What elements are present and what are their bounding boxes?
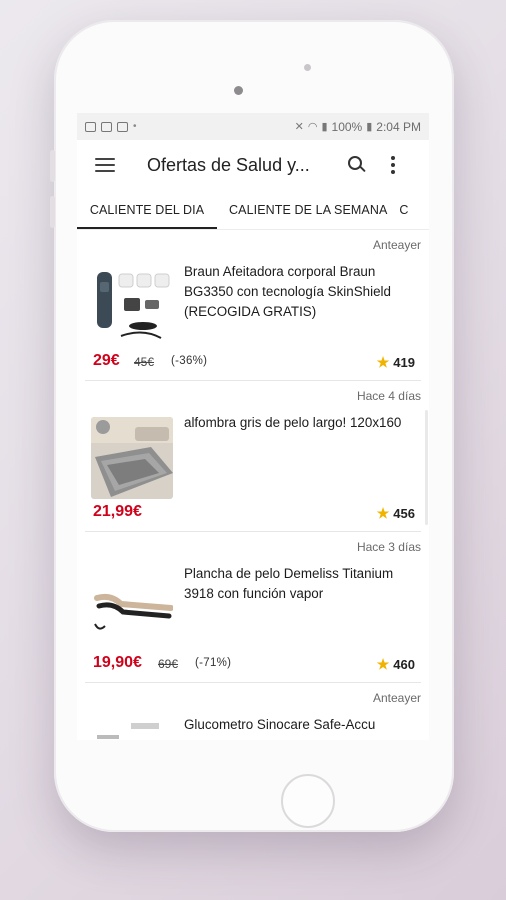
deal-title: alfombra gris de pelo largo! 120x160	[184, 415, 402, 430]
deal-title: Plancha de pelo Demeliss Titanium 3918 c…	[184, 566, 394, 601]
deal-price: 29€	[93, 352, 120, 369]
battery-icon: ▮	[366, 121, 373, 133]
deal-rating: ★ 456	[377, 505, 415, 522]
signal-icon: ▮	[321, 121, 328, 133]
deal-old-price: 45€	[134, 355, 155, 369]
deal-rating: ★ 419	[377, 354, 415, 371]
deal-item[interactable]: Anteayer Braun Afeitadora corporal Braun…	[85, 230, 421, 381]
tab-caliente-del-dia[interactable]: CALIENTE DEL DIA	[77, 190, 217, 229]
deal-image-rug	[91, 417, 173, 499]
deal-price: 21,99€	[93, 503, 142, 520]
deal-item[interactable]: Hace 3 días Plancha de pelo Demeliss Tit…	[85, 532, 421, 683]
deal-discount: (-71%)	[195, 657, 232, 669]
tab-next-partial[interactable]: C	[399, 190, 408, 229]
deal-old-price: 69€	[158, 657, 179, 671]
deal-date: Hace 4 días	[356, 389, 421, 403]
front-camera	[234, 86, 243, 95]
earpiece	[304, 64, 311, 71]
app-screen: • ✕ ◠ ▮ 100% ▮ 2:04 PM Ofertas de Salud …	[77, 113, 429, 740]
deal-rating-value: 456	[393, 506, 415, 521]
star-icon: ★	[376, 354, 390, 370]
deal-item[interactable]: Hace 4 días alfombra gris de pelo largo!…	[85, 381, 421, 532]
home-button[interactable]	[281, 774, 335, 828]
deal-rating: ★ 460	[377, 656, 415, 673]
more-notifications-icon: •	[133, 121, 137, 132]
scrollbar[interactable]	[425, 410, 428, 525]
phone-side-button	[50, 150, 55, 182]
gallery-notification-icon	[117, 121, 128, 132]
image-notification-icon	[85, 121, 96, 132]
deal-price: 19,90€	[93, 654, 142, 671]
star-icon: ★	[376, 505, 390, 521]
deal-date: Anteayer	[372, 691, 421, 705]
tab-caliente-de-la-semana[interactable]: CALIENTE DE LA SEMANA	[217, 190, 399, 229]
shop-notification-icon	[101, 121, 112, 132]
wifi-icon: ◠	[307, 121, 318, 133]
status-bar: • ✕ ◠ ▮ 100% ▮ 2:04 PM	[77, 113, 429, 140]
deal-date: Anteayer	[372, 238, 421, 252]
deal-image-glucometer	[91, 719, 173, 740]
deal-discount: (-36%)	[171, 355, 208, 367]
mute-icon: ✕	[294, 121, 304, 133]
clock: 2:04 PM	[376, 119, 421, 134]
deal-image-body-shaver	[91, 266, 173, 348]
deal-rating-value: 460	[393, 657, 415, 672]
deal-rating-value: 419	[393, 355, 415, 370]
deal-item[interactable]: Anteayer Glucometro Sinocare Safe-Accu	[85, 683, 421, 740]
deal-title: Braun Afeitadora corporal Braun BG3350 c…	[184, 264, 391, 319]
phone-side-button	[50, 196, 55, 228]
deal-list: Anteayer Braun Afeitadora corporal Braun…	[77, 230, 429, 740]
deal-image-hair-straightener	[91, 568, 173, 650]
menu-icon[interactable]	[95, 158, 115, 172]
tab-bar: CALIENTE DEL DIA CALIENTE DE LA SEMANA C	[77, 190, 429, 230]
deal-title: Glucometro Sinocare Safe-Accu	[184, 717, 376, 732]
search-icon[interactable]	[347, 155, 367, 175]
more-options-icon[interactable]	[387, 156, 399, 174]
page-title: Ofertas de Salud y...	[147, 154, 310, 175]
star-icon: ★	[376, 656, 390, 672]
deal-date: Hace 3 días	[356, 540, 421, 554]
app-bar: Ofertas de Salud y...	[77, 140, 429, 190]
battery-level: 100%	[331, 119, 363, 134]
